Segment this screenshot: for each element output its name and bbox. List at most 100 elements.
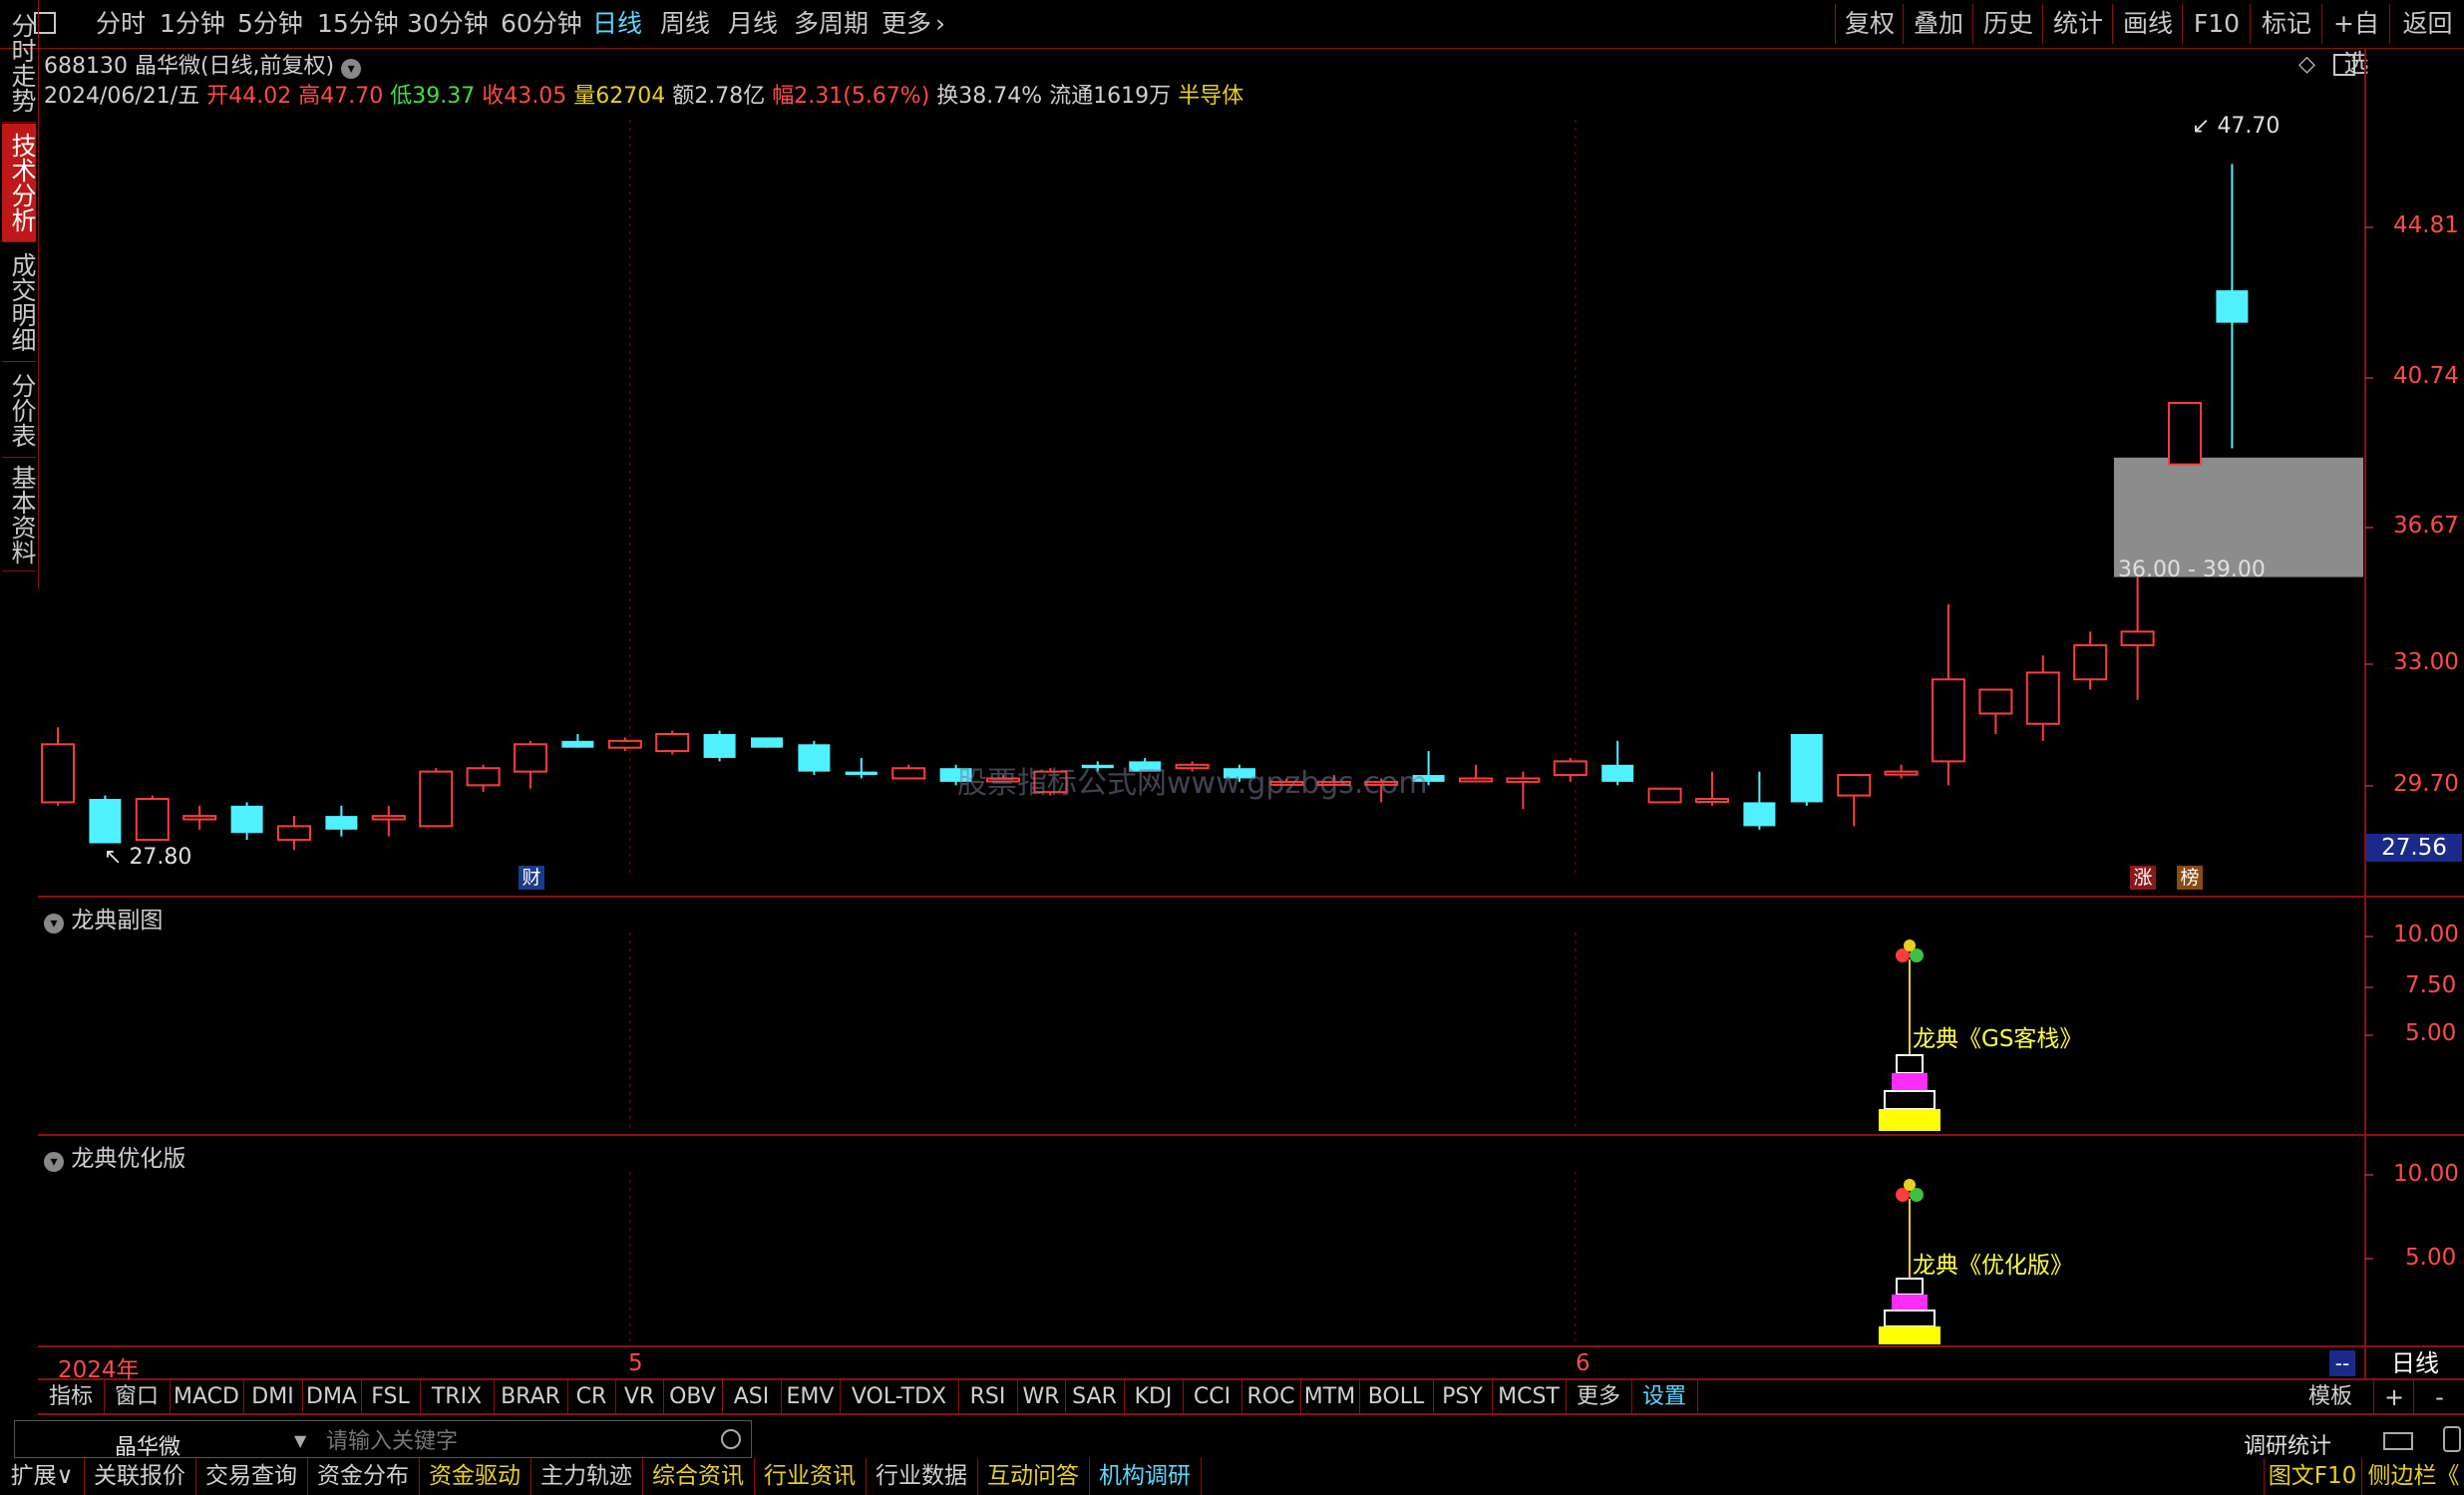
candle[interactable] bbox=[2025, 655, 2060, 741]
candle[interactable] bbox=[1459, 764, 1493, 783]
candle[interactable] bbox=[1884, 764, 1919, 779]
candle[interactable] bbox=[419, 768, 454, 828]
search-icon[interactable] bbox=[721, 1429, 741, 1449]
candle[interactable] bbox=[1695, 771, 1729, 806]
indicator-tab[interactable]: MTM bbox=[1300, 1380, 1360, 1414]
kline-chart[interactable] bbox=[0, 0, 2464, 1495]
bottom-tab[interactable]: 综合资讯 bbox=[642, 1458, 755, 1495]
bottom-tab[interactable]: 行业数据 bbox=[866, 1458, 978, 1495]
zoom-out-button[interactable]: - bbox=[2413, 1380, 2464, 1414]
candle[interactable] bbox=[845, 757, 878, 779]
bottom-tab[interactable]: 资金驱动 bbox=[419, 1458, 531, 1495]
candle[interactable] bbox=[1553, 757, 1587, 782]
indicator-tab[interactable]: ASI bbox=[722, 1380, 782, 1414]
candle[interactable] bbox=[277, 816, 311, 851]
candle[interactable] bbox=[703, 730, 736, 762]
candle[interactable] bbox=[2216, 164, 2249, 449]
candle[interactable] bbox=[89, 795, 122, 844]
candle[interactable] bbox=[514, 740, 547, 789]
y-tick: 40.74 bbox=[2393, 363, 2459, 389]
layout-icon[interactable] bbox=[2383, 1432, 2413, 1450]
sidebar-toggle[interactable]: 侧边栏《 bbox=[2361, 1458, 2464, 1495]
candle[interactable] bbox=[655, 730, 690, 755]
candle[interactable] bbox=[1978, 688, 2013, 734]
indicator-tab[interactable]: VR bbox=[615, 1380, 664, 1414]
search-input[interactable] bbox=[324, 1425, 717, 1457]
indicator-tab[interactable]: KDJ bbox=[1124, 1380, 1184, 1414]
scroll-handle[interactable] bbox=[2443, 1426, 2461, 1452]
candle[interactable] bbox=[1647, 787, 1682, 804]
indicator-tab[interactable]: DMI bbox=[243, 1380, 303, 1414]
candle[interactable] bbox=[1743, 771, 1776, 830]
candle[interactable] bbox=[751, 737, 783, 748]
panel2-header[interactable]: ▾ 龙典优化版 bbox=[44, 1139, 185, 1173]
indicator-tab[interactable]: MCST bbox=[1492, 1380, 1567, 1414]
bottom-tab[interactable]: 资金分布 bbox=[307, 1458, 420, 1495]
bottom-tab[interactable]: 主力轨迹 bbox=[530, 1458, 643, 1495]
indicator-tab[interactable]: OBV bbox=[663, 1380, 723, 1414]
bottom-tab[interactable]: 交易查询 bbox=[195, 1458, 308, 1495]
candle-body bbox=[798, 744, 831, 772]
candle[interactable] bbox=[230, 802, 263, 841]
zoom-in-button[interactable]: + bbox=[2373, 1380, 2414, 1414]
candle[interactable] bbox=[1837, 774, 1872, 827]
collapse-icon[interactable]: ▾ bbox=[44, 914, 64, 934]
candle[interactable] bbox=[135, 795, 170, 842]
indicator-tab[interactable]: BRAR bbox=[494, 1380, 568, 1414]
stock-name-selector[interactable]: 晶华微 bbox=[115, 1429, 180, 1457]
candle[interactable] bbox=[466, 764, 501, 793]
indicator-tab[interactable]: CCI bbox=[1183, 1380, 1242, 1414]
candle[interactable] bbox=[1601, 740, 1634, 786]
candle[interactable] bbox=[41, 727, 75, 806]
panel1-header[interactable]: ▾ 龙典副图 bbox=[44, 901, 163, 934]
indicator-tab[interactable]: 指标 bbox=[38, 1380, 105, 1414]
indicator-tab[interactable]: FSL bbox=[361, 1380, 421, 1414]
candle[interactable] bbox=[1790, 734, 1823, 806]
collapse-icon[interactable]: ▾ bbox=[44, 1152, 64, 1172]
indicator-tab[interactable]: PSY bbox=[1433, 1380, 1493, 1414]
indicator-tab[interactable]: TRIX bbox=[420, 1380, 495, 1414]
bottom-tab[interactable]: 互动问答 bbox=[977, 1458, 1090, 1495]
indicator-tab[interactable]: ROC bbox=[1241, 1380, 1301, 1414]
high-marker: ↙ 47.70 bbox=[2192, 114, 2281, 139]
candle[interactable] bbox=[325, 805, 358, 837]
candle[interactable] bbox=[182, 805, 217, 830]
indicator-tab[interactable]: VOL-TDX bbox=[840, 1380, 959, 1414]
indicator-tab[interactable]: EMV bbox=[781, 1380, 841, 1414]
bottom-tab[interactable]: 关联报价 bbox=[84, 1458, 196, 1495]
candle[interactable] bbox=[2120, 576, 2155, 700]
rank-badge[interactable]: 榜 bbox=[2177, 866, 2203, 890]
finance-badge[interactable]: 财 bbox=[519, 866, 544, 890]
indicator-tab[interactable]: CR bbox=[567, 1380, 616, 1414]
candle[interactable] bbox=[371, 805, 406, 837]
indicator-tab[interactable]: 更多 bbox=[1566, 1380, 1632, 1414]
panel2-signal-label: 龙典《优化版》 bbox=[1913, 1253, 2073, 1279]
candle[interactable] bbox=[891, 764, 926, 780]
indicator-tab[interactable]: DMA bbox=[302, 1380, 362, 1414]
indicator-tab[interactable]: 设置 bbox=[1631, 1380, 1698, 1414]
candle[interactable] bbox=[607, 737, 642, 752]
bottom-tab[interactable]: 行业资讯 bbox=[754, 1458, 867, 1495]
template-button[interactable]: 模板 bbox=[2295, 1380, 2365, 1414]
dropdown-icon[interactable]: ▼ bbox=[294, 1431, 306, 1450]
candle[interactable] bbox=[798, 740, 831, 776]
indicator-tab[interactable]: 窗口 bbox=[104, 1380, 171, 1414]
candle-body bbox=[891, 767, 926, 780]
bottom-tab[interactable]: 扩展∨ bbox=[0, 1458, 85, 1495]
indicator-tab[interactable]: BOLL bbox=[1359, 1380, 1434, 1414]
candle[interactable] bbox=[2073, 631, 2108, 690]
candle[interactable] bbox=[1932, 603, 1965, 786]
f10-button[interactable]: 图文F10 bbox=[2264, 1458, 2360, 1495]
candle[interactable] bbox=[1506, 771, 1541, 810]
indicator-tab[interactable]: SAR bbox=[1065, 1380, 1125, 1414]
candle[interactable] bbox=[2168, 402, 2202, 466]
limit-up-badge[interactable]: 涨 bbox=[2130, 866, 2156, 890]
period-label[interactable]: 日线 bbox=[2366, 1348, 2464, 1378]
indicator-tab[interactable]: RSI bbox=[958, 1380, 1018, 1414]
indicator-tab[interactable]: WR bbox=[1017, 1380, 1066, 1414]
candle[interactable] bbox=[561, 734, 594, 748]
research-stats[interactable]: 调研统计 bbox=[2244, 1428, 2331, 1460]
candle-body bbox=[703, 734, 736, 758]
bottom-tab[interactable]: 机构调研 bbox=[1089, 1458, 1202, 1495]
indicator-tab[interactable]: MACD bbox=[170, 1380, 244, 1414]
